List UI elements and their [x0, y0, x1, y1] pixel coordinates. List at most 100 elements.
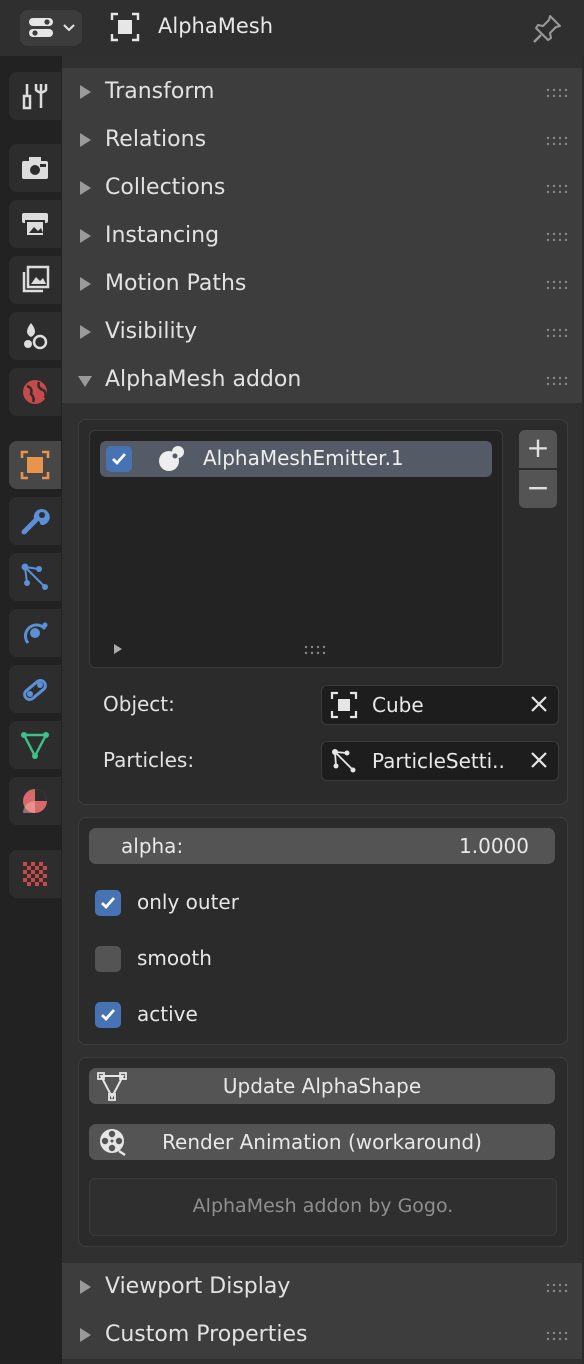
tab-physics[interactable] — [9, 609, 61, 657]
panel-alphamesh[interactable]: AlphaMesh addon — [62, 356, 582, 404]
collapsed-arrow-icon — [80, 277, 91, 291]
drag-grip-icon[interactable] — [546, 232, 568, 242]
object-icon — [330, 691, 358, 719]
panel-viewport-display[interactable]: Viewport Display — [62, 1263, 582, 1311]
tab-texture[interactable] — [9, 850, 61, 898]
collapsed-arrow-icon — [80, 1328, 91, 1342]
particles-icon — [21, 563, 48, 590]
panel-visibility[interactable]: Visibility — [62, 308, 582, 356]
expand-list-icon[interactable] — [112, 643, 124, 655]
emitter-box: AlphaMeshEmitter.1 + − Object: Cube Part… — [78, 419, 568, 805]
active-checkbox[interactable] — [95, 1002, 121, 1028]
checkmark-icon — [112, 453, 127, 466]
panel-motion-paths[interactable]: Motion Paths — [62, 260, 582, 308]
emitter-list[interactable]: AlphaMeshEmitter.1 — [89, 430, 503, 668]
object-icon — [110, 12, 140, 42]
tab-scene[interactable] — [9, 312, 61, 360]
drag-grip-icon[interactable] — [546, 88, 568, 98]
panel-relations[interactable]: Relations — [62, 116, 582, 164]
checkmark-icon — [101, 1009, 116, 1022]
active-label: active — [137, 1002, 198, 1026]
panel-label: Transform — [105, 79, 215, 104]
tab-world[interactable] — [9, 368, 61, 416]
drag-grip-icon[interactable] — [546, 1283, 568, 1293]
update-alphashape-button[interactable]: Update AlphaShape — [89, 1068, 555, 1104]
panel-label: Custom Properties — [105, 1322, 308, 1347]
collapsed-arrow-icon — [80, 85, 91, 99]
panel-instancing[interactable]: Instancing — [62, 212, 582, 260]
tab-material[interactable] — [9, 777, 61, 825]
tab-particles[interactable] — [9, 553, 61, 601]
tab-constraints[interactable] — [9, 665, 61, 713]
checkmark-icon — [101, 897, 116, 910]
particles-value: ParticleSetti.. — [372, 749, 505, 773]
collapsed-arrow-icon — [80, 1280, 91, 1294]
tab-data[interactable] — [9, 721, 61, 769]
chevron-down-icon — [63, 24, 75, 32]
drag-grip-icon[interactable] — [546, 328, 568, 338]
render-animation-button[interactable]: Render Animation (workaround) — [89, 1124, 555, 1160]
tab-tool[interactable] — [9, 72, 61, 120]
texture-icon — [23, 862, 47, 886]
collapsed-arrow-icon — [80, 133, 91, 147]
properties-tab-bar — [0, 56, 62, 1364]
emitter-name: AlphaMeshEmitter.1 — [203, 446, 404, 470]
metaball-icon — [159, 446, 184, 471]
tab-view-layer[interactable] — [9, 256, 61, 304]
object-field[interactable]: Cube — [321, 685, 559, 725]
alpha-label: alpha: — [121, 834, 184, 858]
clear-icon[interactable] — [530, 751, 548, 769]
clear-icon[interactable] — [530, 695, 548, 713]
drag-grip-icon[interactable] — [546, 1331, 568, 1341]
world-icon — [23, 380, 47, 404]
alphamesh-panel-body: AlphaMeshEmitter.1 + − Object: Cube Part… — [62, 403, 582, 1263]
pin-icon[interactable] — [530, 12, 564, 46]
tab-object[interactable] — [9, 441, 61, 489]
list-item[interactable]: AlphaMeshEmitter.1 — [100, 441, 492, 477]
collapsed-arrow-icon — [80, 229, 91, 243]
actions-box: Update AlphaShape Render Animation (work… — [78, 1057, 568, 1247]
alpha-slider[interactable]: alpha: 1.0000 — [89, 828, 555, 864]
particles-field[interactable]: ParticleSetti.. — [321, 741, 559, 781]
only-outer-label: only outer — [137, 890, 239, 914]
panel-label: Instancing — [105, 223, 220, 248]
drag-grip-icon[interactable] — [546, 376, 568, 386]
emitter-enabled-checkbox[interactable] — [106, 446, 132, 472]
smooth-checkbox[interactable] — [95, 946, 121, 972]
object-icon — [20, 450, 50, 480]
drag-grip-icon[interactable] — [546, 280, 568, 290]
collapsed-arrow-icon — [80, 325, 91, 339]
panel-transform[interactable]: Transform — [62, 68, 582, 116]
alpha-value: 1.0000 — [459, 834, 529, 858]
properties-header: AlphaMesh — [0, 0, 584, 56]
context-title: AlphaMesh — [158, 14, 273, 38]
material-icon — [23, 789, 47, 813]
constraints-icon — [23, 679, 47, 701]
remove-emitter-button[interactable]: − — [519, 470, 557, 508]
physics-icon — [24, 622, 48, 644]
mesh-data-icon — [21, 732, 49, 759]
render-icon — [22, 157, 48, 179]
view-layer-icon — [22, 265, 50, 293]
tab-render[interactable] — [9, 144, 61, 192]
render-button-label: Render Animation (workaround) — [162, 1130, 482, 1154]
list-resize-grip-icon[interactable] — [304, 645, 326, 655]
drag-grip-icon[interactable] — [546, 184, 568, 194]
tab-output[interactable] — [9, 200, 61, 248]
drag-grip-icon[interactable] — [546, 136, 568, 146]
credit-text: AlphaMesh addon by Gogo. — [192, 1195, 454, 1217]
scene-icon — [24, 323, 48, 350]
tab-modifiers[interactable] — [9, 497, 61, 545]
particles-label: Particles: — [103, 748, 195, 772]
add-emitter-button[interactable]: + — [519, 430, 557, 468]
panel-custom-properties[interactable]: Custom Properties — [62, 1311, 582, 1359]
only-outer-checkbox[interactable] — [95, 890, 121, 916]
wrench-icon — [21, 509, 50, 535]
editor-type-button[interactable] — [20, 10, 82, 46]
credit-box: AlphaMesh addon by Gogo. — [89, 1178, 557, 1236]
update-button-label: Update AlphaShape — [222, 1074, 422, 1098]
panel-label: Visibility — [105, 319, 198, 344]
particles-icon — [332, 749, 356, 773]
collapsed-arrow-icon — [80, 181, 91, 195]
panel-collections[interactable]: Collections — [62, 164, 582, 212]
